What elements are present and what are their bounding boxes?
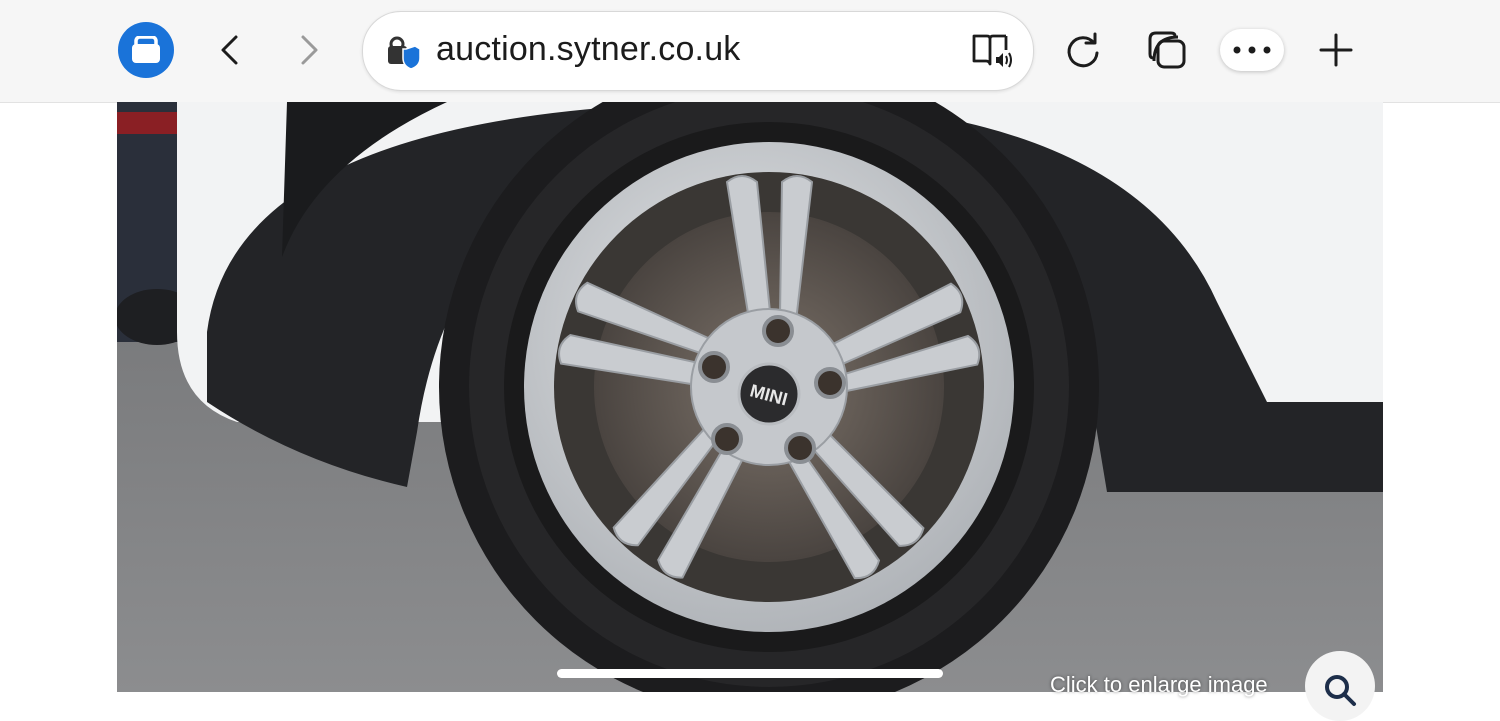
briefcase-icon xyxy=(132,36,160,63)
browser-toolbar: auction.sytner.co.uk xyxy=(0,0,1500,103)
read-aloud-icon xyxy=(972,34,1012,68)
url-text: auction.sytner.co.uk xyxy=(436,30,741,68)
forward-button[interactable] xyxy=(284,25,334,75)
refresh-button[interactable] xyxy=(1060,27,1106,73)
home-indicator xyxy=(557,669,943,678)
magnifier-icon xyxy=(1325,675,1356,706)
profile-button[interactable] xyxy=(118,22,174,78)
back-button[interactable] xyxy=(205,25,255,75)
enlarge-caption[interactable]: Click to enlarge image xyxy=(1050,672,1268,698)
wheel-image: MINI xyxy=(117,102,1383,692)
more-dots-icon xyxy=(1233,46,1271,54)
enlarge-image-button[interactable] xyxy=(1305,651,1375,721)
lock-shield-icon xyxy=(388,36,421,70)
site-info-button[interactable] xyxy=(387,34,421,70)
tabs-button[interactable] xyxy=(1143,27,1191,73)
more-options-button[interactable] xyxy=(1220,29,1284,71)
chevron-right-icon xyxy=(301,35,318,65)
tabs-icon xyxy=(1148,31,1186,69)
new-tab-button[interactable] xyxy=(1314,28,1358,72)
refresh-icon xyxy=(1067,32,1099,68)
address-bar[interactable]: auction.sytner.co.uk xyxy=(362,11,1034,91)
read-aloud-button[interactable] xyxy=(971,31,1013,71)
vehicle-photo[interactable]: MINI xyxy=(117,102,1383,692)
plus-icon xyxy=(1319,33,1353,67)
chevron-left-icon xyxy=(221,35,238,65)
